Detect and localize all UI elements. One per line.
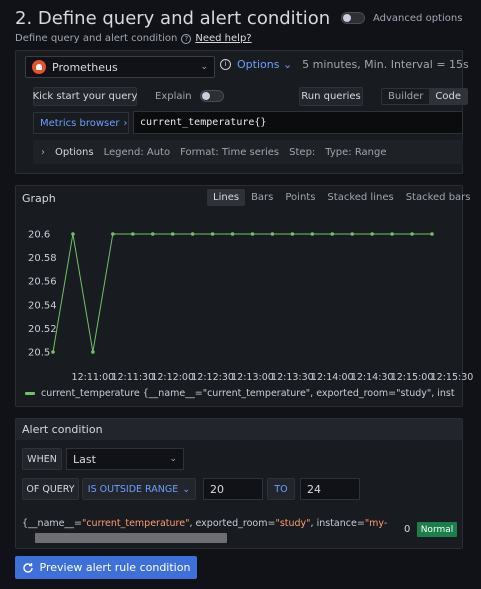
x-tick-label: 12:11:00 xyxy=(72,372,115,383)
range-to-input[interactable]: 24 xyxy=(300,478,360,500)
data-point xyxy=(210,232,215,236)
y-tick-label: 20.5 xyxy=(28,348,50,359)
data-point xyxy=(91,350,95,354)
series-labels: {__name__="current_temperature", exporte… xyxy=(22,518,388,529)
y-tick-label: 20.54 xyxy=(28,300,57,311)
x-tick-label: 12:13:30 xyxy=(271,372,314,383)
reducer-select[interactable]: Last ⌄ xyxy=(66,448,184,470)
chart-legend[interactable]: current_temperature {__name__="current_t… xyxy=(25,388,455,399)
data-point xyxy=(330,232,335,236)
y-tick-label: 20.58 xyxy=(28,253,57,264)
range-from-input[interactable]: 20 xyxy=(203,478,263,500)
data-point xyxy=(230,232,235,236)
of-query-label: OF QUERY xyxy=(22,478,79,500)
x-tick-label: 12:11:30 xyxy=(111,372,154,383)
x-tick-label: 12:12:00 xyxy=(151,372,194,383)
when-label: WHEN xyxy=(22,448,62,470)
reducer-value: Last xyxy=(73,452,96,466)
alert-condition-title: Alert condition xyxy=(16,419,462,440)
y-tick-label: 20.6 xyxy=(28,230,50,241)
series-line xyxy=(52,233,432,353)
y-tick-label: 20.52 xyxy=(28,324,57,335)
chevron-down-icon: ⌄ xyxy=(169,454,177,464)
x-tick-label: 12:15:30 xyxy=(431,372,474,383)
chevron-down-icon: ⌄ xyxy=(182,483,191,495)
to-label: TO xyxy=(267,478,295,500)
series-value: 0 xyxy=(404,524,411,535)
evaluator-select[interactable]: IS OUTSIDE RANGE ⌄ xyxy=(82,478,196,500)
data-point xyxy=(190,232,195,236)
temperature-chart: 20.620.5820.5620.5420.5220.512:11:0012:1… xyxy=(28,230,474,384)
legend-swatch xyxy=(25,392,35,395)
y-tick-label: 20.56 xyxy=(28,277,57,288)
data-point xyxy=(150,232,155,236)
horizontal-scrollbar[interactable] xyxy=(35,533,227,543)
data-point xyxy=(310,232,315,236)
preview-alert-label: Preview alert rule condition xyxy=(39,561,191,574)
preview-alert-button[interactable]: Preview alert rule condition xyxy=(15,556,197,579)
data-point xyxy=(430,232,434,236)
data-point xyxy=(390,232,394,236)
x-tick-label: 12:12:30 xyxy=(191,372,234,383)
legend-series-label: current_temperature {__name__="current_t… xyxy=(41,388,455,399)
x-tick-label: 12:13:00 xyxy=(231,372,274,383)
data-point xyxy=(290,232,295,236)
refresh-icon xyxy=(22,562,33,573)
evaluator-value: IS OUTSIDE RANGE xyxy=(87,483,179,495)
data-point xyxy=(111,232,115,236)
x-tick-label: 12:14:30 xyxy=(351,372,394,383)
data-point xyxy=(370,232,374,236)
data-point xyxy=(51,350,55,354)
data-point xyxy=(71,232,75,236)
x-tick-label: 12:14:00 xyxy=(311,372,354,383)
data-point xyxy=(170,232,175,236)
data-point xyxy=(250,232,255,236)
data-point xyxy=(410,232,414,236)
data-point xyxy=(350,232,355,236)
data-point xyxy=(270,232,275,236)
x-tick-label: 12:15:00 xyxy=(391,372,434,383)
data-point xyxy=(130,232,135,236)
status-badge: Normal xyxy=(417,522,457,537)
